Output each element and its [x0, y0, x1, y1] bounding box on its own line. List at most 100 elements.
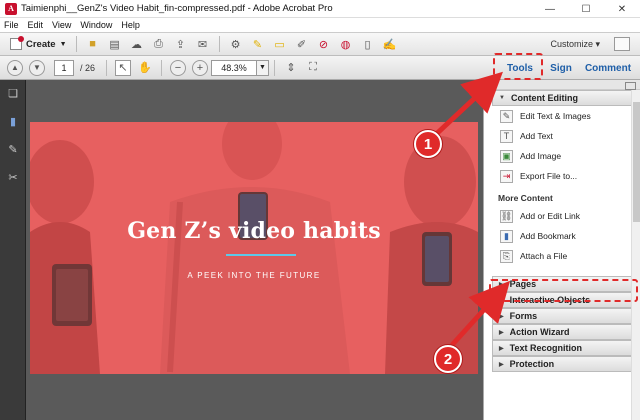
menu-edit[interactable]: Edit	[28, 20, 44, 30]
previous-page-button[interactable]: ▲	[7, 59, 23, 76]
add-edit-link-item[interactable]: ⛓ Add or Edit Link	[492, 206, 632, 226]
protection-label: Protection	[509, 359, 555, 369]
tools-pane-scrollbar[interactable]	[631, 90, 640, 420]
attachments-icon[interactable]: ✂	[6, 170, 20, 184]
document-title: Gen Z’s video habits	[127, 218, 381, 244]
zoom-out-button[interactable]: −	[170, 59, 187, 76]
collapsed-triangle-icon: ▶	[499, 329, 504, 336]
hand-tool-icon[interactable]: ✋	[137, 60, 153, 76]
export-file-item[interactable]: ⇥ Export File to...	[492, 166, 632, 186]
zoom-input[interactable]: 48.3%	[211, 59, 258, 76]
page-thumbnails-icon[interactable]: ❏	[6, 86, 20, 100]
next-page-button[interactable]: ▼	[29, 59, 45, 76]
maximize-button[interactable]: ☐	[568, 0, 604, 18]
sticky-note-icon[interactable]: ▭	[272, 36, 288, 52]
edit-text-images-label: Edit Text & Images	[520, 111, 591, 121]
content-editing-header[interactable]: ▼ Content Editing	[492, 90, 632, 106]
customize-menu[interactable]: Customize ▾	[550, 39, 600, 50]
pane-header-strip	[484, 80, 640, 90]
bookmarks-icon[interactable]: ▮	[6, 114, 20, 128]
action-wizard-label: Action Wizard	[509, 327, 570, 337]
bookmark-icon: ▮	[500, 229, 513, 243]
comment-bubble-icon[interactable]: ✎	[250, 36, 266, 52]
select-cursor-icon[interactable]: ↖	[115, 59, 132, 76]
link-icon: ⛓	[500, 209, 513, 223]
text-recognition-label: Text Recognition	[509, 343, 582, 353]
highlight-icon[interactable]: ✐	[294, 36, 310, 52]
text-recognition-header[interactable]: ▶ Text Recognition	[492, 340, 632, 356]
tab-comment[interactable]: Comment	[582, 58, 634, 78]
navigation-pane: ❏ ▮ ✎ ✂	[0, 80, 26, 420]
tools-tab-highlight	[493, 53, 543, 80]
edit-text-icon: ✎	[500, 109, 513, 123]
protection-header[interactable]: ▶ Protection	[492, 356, 632, 372]
add-text-label: Add Text	[520, 131, 553, 141]
add-bookmark-item[interactable]: ▮ Add Bookmark	[492, 226, 632, 246]
forms-header[interactable]: ▶ Forms	[492, 308, 632, 324]
close-button[interactable]: ✕	[604, 0, 640, 18]
action-wizard-header[interactable]: ▶ Action Wizard	[492, 324, 632, 340]
main-toolbar: Create ▼ ■ ▤ ☁ ⎙ ⇪ ✉ ⚙ ✎ ▭ ✐ ⊘ ◍ ▯ ✍ Cus…	[0, 32, 640, 56]
add-image-item[interactable]: ▣ Add Image	[492, 146, 632, 166]
collapsed-triangle-icon: ▶	[499, 361, 504, 368]
add-text-item[interactable]: T Add Text	[492, 126, 632, 146]
settings-gear-icon[interactable]: ⚙	[228, 36, 244, 52]
sign-icon[interactable]: ✍	[382, 36, 398, 52]
add-image-icon: ▣	[500, 149, 513, 163]
create-label: Create	[26, 38, 56, 50]
create-pdf-icon	[10, 36, 24, 50]
collapsed-triangle-icon: ▶	[499, 345, 504, 352]
menu-file[interactable]: File	[4, 20, 19, 30]
page-count: / 26	[80, 62, 96, 73]
minimize-button[interactable]: —	[532, 0, 568, 18]
pages-section-highlight	[489, 279, 638, 302]
collapsed-triangle-icon: ▶	[499, 313, 504, 320]
cloud-icon[interactable]: ☁	[129, 36, 145, 52]
menu-help[interactable]: Help	[121, 20, 140, 30]
fit-page-icon[interactable]: ⇕	[283, 60, 299, 76]
tab-sign[interactable]: Sign	[546, 58, 576, 78]
menu-window[interactable]: Window	[80, 20, 112, 30]
attach-file-item[interactable]: ⎘ Attach a File	[492, 246, 632, 266]
add-text-icon: T	[500, 129, 513, 143]
title-bar: A Taimienphi__GenZ's Video Habit_fin-com…	[0, 0, 640, 18]
forms-label: Forms	[509, 311, 538, 321]
add-image-label: Add Image	[520, 151, 562, 161]
window-title: Taimienphi__GenZ's Video Habit_fin-compr…	[21, 3, 333, 14]
document-viewer[interactable]: Gen Z’s video habits A PEEK INTO THE FUT…	[26, 80, 483, 420]
delete-page-icon[interactable]: ⊘	[316, 36, 332, 52]
page-icon[interactable]: ▯	[360, 36, 376, 52]
open-folder-icon[interactable]: ■	[85, 36, 101, 52]
page-number-input[interactable]: 1	[54, 59, 74, 76]
add-bookmark-label: Add Bookmark	[520, 231, 576, 241]
attach-icon: ⎘	[500, 249, 513, 263]
export-file-icon: ⇥	[500, 169, 513, 183]
add-edit-link-label: Add or Edit Link	[520, 211, 581, 221]
pdf-page: Gen Z’s video habits A PEEK INTO THE FUT…	[30, 122, 478, 374]
content-editing-label: Content Editing	[510, 93, 578, 103]
email-icon[interactable]: ✉	[195, 36, 211, 52]
navigation-toolbar: ▲ ▼ 1 / 26 ↖ ✋ − + 48.3% ▼ ⇕ ⛶	[0, 56, 640, 80]
toolbar-expand-icon[interactable]	[614, 37, 630, 51]
redact-icon[interactable]: ◍	[338, 36, 354, 52]
full-screen-icon[interactable]: ⛶	[305, 60, 321, 76]
scrollbar-thumb[interactable]	[633, 102, 640, 222]
zoom-dropdown-icon[interactable]: ▼	[257, 59, 270, 76]
edit-text-images-item[interactable]: ✎ Edit Text & Images	[492, 106, 632, 126]
tools-pane: ▼ Content Editing ✎ Edit Text & Images T…	[483, 80, 640, 420]
save-icon[interactable]: ▤	[107, 36, 123, 52]
expand-triangle-icon: ▼	[499, 95, 505, 101]
menu-view[interactable]: View	[52, 20, 71, 30]
export-file-label: Export File to...	[520, 171, 578, 181]
title-divider	[226, 254, 296, 256]
signatures-icon[interactable]: ✎	[6, 142, 20, 156]
export-icon[interactable]: ⇪	[173, 36, 189, 52]
document-subtitle: A PEEK INTO THE FUTURE	[187, 271, 321, 280]
acrobat-app-icon: A	[5, 2, 17, 15]
menu-bar: File Edit View Window Help	[0, 18, 640, 32]
print-icon[interactable]: ⎙	[151, 36, 167, 52]
step-badge-1: 1	[414, 130, 442, 158]
zoom-in-button[interactable]: +	[192, 59, 209, 76]
create-button[interactable]: Create ▼	[6, 35, 71, 53]
step-badge-2: 2	[434, 345, 462, 373]
